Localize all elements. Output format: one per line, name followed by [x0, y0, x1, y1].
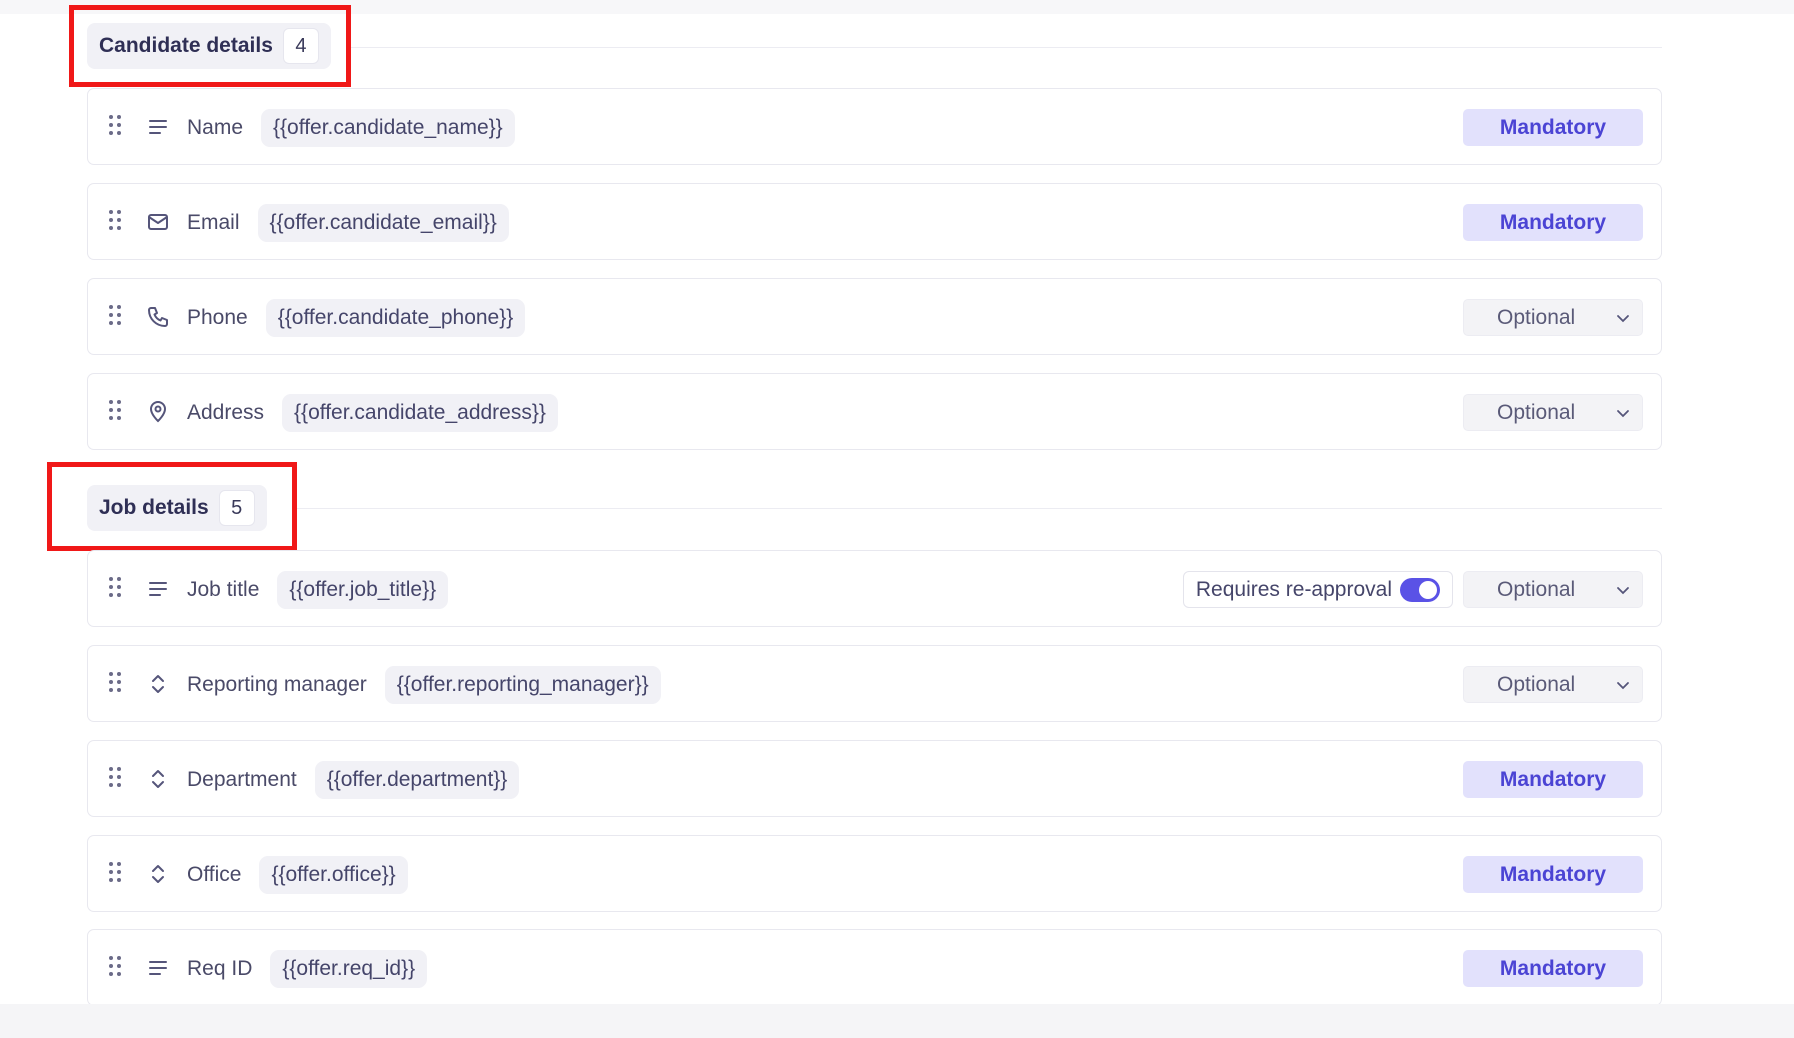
requirement-select[interactable]: Optional	[1463, 394, 1643, 431]
requirement-select-value: Optional	[1497, 577, 1576, 601]
field-row-email[interactable]: Email {{offer.candidate_email}} Mandator…	[87, 183, 1662, 260]
envelope-icon	[148, 214, 168, 230]
field-row-office[interactable]: Office {{offer.office}} Mandatory	[87, 835, 1662, 912]
field-label: Reporting manager	[187, 672, 367, 696]
drag-handle-icon[interactable]	[109, 210, 123, 234]
field-token: {{offer.reporting_manager}}	[384, 665, 661, 704]
field-row-name[interactable]: Name {{offer.candidate_name}} Mandatory	[87, 88, 1662, 165]
drag-handle-icon[interactable]	[109, 767, 123, 791]
field-token: {{offer.candidate_email}}	[257, 203, 509, 242]
field-token: {{offer.req_id}}	[270, 949, 428, 988]
toggle-knob	[1419, 580, 1437, 599]
field-row-reporting-manager[interactable]: Reporting manager {{offer.reporting_mana…	[87, 645, 1662, 722]
field-label: Email	[187, 210, 240, 234]
mandatory-badge: Mandatory	[1463, 761, 1643, 798]
requirement-select-value: Optional	[1497, 305, 1576, 329]
field-token: {{offer.department}}	[314, 760, 520, 799]
field-label: Department	[187, 767, 297, 791]
field-row-job-title[interactable]: Job title {{offer.job_title}} Requires r…	[87, 550, 1662, 627]
bottom-edge	[0, 1004, 1794, 1038]
mandatory-badge: Mandatory	[1463, 204, 1643, 241]
field-label: Office	[187, 862, 242, 886]
text-lines-icon	[149, 582, 167, 596]
highlight-box-candidate-details	[69, 5, 351, 87]
field-token: {{offer.office}}	[259, 855, 408, 894]
field-row-department[interactable]: Department {{offer.department}} Mandator…	[87, 740, 1662, 817]
drag-handle-icon[interactable]	[109, 577, 123, 601]
field-label: Req ID	[187, 956, 253, 980]
field-row-phone[interactable]: Phone {{offer.candidate_phone}} Optional	[87, 278, 1662, 355]
requires-reapproval-label: Requires re-approval	[1195, 577, 1392, 601]
chevron-down-icon	[1617, 587, 1629, 595]
chevron-up-down-icon	[152, 770, 164, 788]
offer-fields-page: Candidate details 4 Name {{offer.candida…	[0, 0, 1794, 1038]
requirement-select[interactable]: Optional	[1463, 666, 1643, 703]
chevron-up-down-icon	[152, 865, 164, 883]
requirement-select[interactable]: Optional	[1463, 571, 1643, 608]
mandatory-badge: Mandatory	[1463, 856, 1643, 893]
highlight-box-job-details	[47, 462, 297, 551]
section-divider	[350, 47, 1662, 48]
field-row-address[interactable]: Address {{offer.candidate_address}} Opti…	[87, 373, 1662, 450]
section-divider	[297, 508, 1662, 509]
requirement-select-value: Optional	[1497, 400, 1576, 424]
chevron-up-down-icon	[152, 675, 164, 693]
drag-handle-icon[interactable]	[109, 305, 123, 329]
field-label: Job title	[187, 577, 260, 601]
field-label: Address	[187, 400, 265, 424]
field-row-req-id[interactable]: Req ID {{offer.req_id}} Mandatory	[87, 929, 1662, 1006]
requires-reapproval-control[interactable]: Requires re-approval	[1182, 571, 1453, 608]
chevron-down-icon	[1617, 682, 1629, 690]
field-label: Name	[187, 115, 244, 139]
field-token: {{offer.candidate_name}}	[261, 108, 515, 147]
mandatory-badge: Mandatory	[1463, 950, 1643, 987]
requires-reapproval-toggle[interactable]	[1400, 577, 1440, 602]
drag-handle-icon[interactable]	[109, 672, 123, 696]
text-lines-icon	[149, 120, 167, 134]
chevron-down-icon	[1617, 410, 1629, 418]
requirement-select-value: Optional	[1497, 672, 1576, 696]
field-token: {{offer.job_title}}	[277, 570, 449, 609]
map-pin-icon	[149, 401, 167, 423]
requirement-select[interactable]: Optional	[1463, 299, 1643, 336]
drag-handle-icon[interactable]	[109, 956, 123, 980]
drag-handle-icon[interactable]	[109, 862, 123, 886]
field-token: {{offer.candidate_address}}	[282, 393, 558, 432]
phone-icon	[148, 307, 168, 327]
chevron-down-icon	[1617, 315, 1629, 323]
text-lines-icon	[149, 961, 167, 975]
field-label: Phone	[187, 305, 248, 329]
field-token: {{offer.candidate_phone}}	[265, 298, 526, 337]
drag-handle-icon[interactable]	[109, 115, 123, 139]
drag-handle-icon[interactable]	[109, 400, 123, 424]
mandatory-badge: Mandatory	[1463, 109, 1643, 146]
